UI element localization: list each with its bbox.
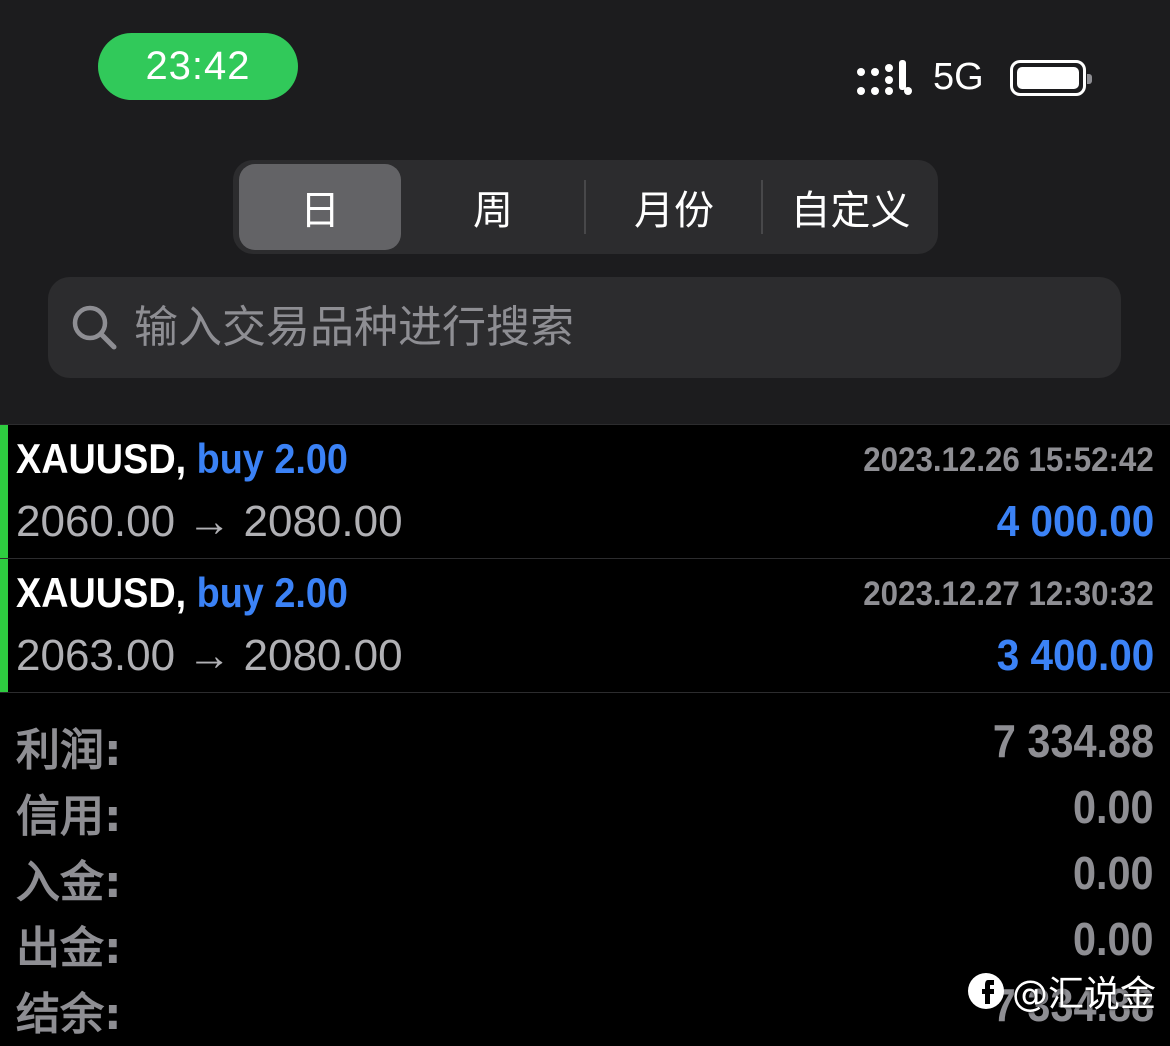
trade-status-bar: [0, 425, 8, 559]
trade-symbol: XAUUSD,: [16, 569, 187, 616]
status-time: 23:42: [98, 33, 298, 100]
trade-profit: 3 400.00: [996, 631, 1154, 680]
search-input[interactable]: [134, 289, 1094, 365]
trade-time: 2023.12.26 15:52:42: [863, 441, 1154, 479]
search-bar[interactable]: [48, 277, 1121, 378]
summary-label: 利润:: [16, 725, 122, 776]
trade-row[interactable]: XAUUSD, buy 2.00 2023.12.27 12:30:32 206…: [0, 558, 1170, 693]
summary-credit: 信用: 0.00: [0, 780, 1170, 844]
watermark-logo-icon: [968, 973, 1004, 1009]
header-area: 23:42 5G 日 周 月份 自定义: [0, 0, 1170, 424]
summary-value: 0.00: [1073, 847, 1154, 899]
trade-time: 2023.12.27 12:30:32: [863, 575, 1154, 613]
summary-label: 结余:: [16, 989, 122, 1040]
trade-prices: 2060.00 → 2080.00: [16, 497, 403, 546]
summary-value: 0.00: [1073, 781, 1154, 833]
tab-day[interactable]: 日: [239, 164, 401, 250]
trade-profit: 4 000.00: [996, 497, 1154, 546]
battery-icon: [1010, 60, 1092, 96]
trade-row[interactable]: XAUUSD, buy 2.00 2023.12.26 15:52:42 206…: [0, 424, 1170, 559]
tab-month[interactable]: 月份: [585, 164, 763, 250]
trade-status-bar: [0, 559, 8, 693]
trade-prices: 2063.00 → 2080.00: [16, 631, 403, 680]
network-type: 5G: [933, 56, 984, 98]
summary-label: 信用:: [16, 791, 122, 842]
summary-value: 7 334.88: [992, 715, 1154, 767]
trade-side-volume: buy 2.00: [196, 435, 348, 482]
summary-label: 出金:: [16, 923, 122, 974]
watermark-text: @汇说金: [1012, 974, 1157, 1015]
signal-icon: [857, 60, 912, 95]
summary-profit: 利润: 7 334.88: [0, 714, 1170, 778]
trade-title: XAUUSD, buy 2.00: [16, 435, 348, 483]
trade-symbol: XAUUSD,: [16, 435, 187, 482]
summary-value: 0.00: [1073, 913, 1154, 965]
summary-label: 入金:: [16, 857, 122, 908]
summary-deposit: 入金: 0.00: [0, 846, 1170, 910]
search-icon: [72, 305, 117, 350]
divider: [0, 692, 1170, 693]
tab-custom[interactable]: 自定义: [763, 164, 938, 250]
tab-week[interactable]: 周: [403, 164, 583, 250]
watermark: @汇说金: [966, 965, 1156, 1017]
period-segmented-control: 日 周 月份 自定义: [233, 160, 938, 254]
trade-title: XAUUSD, buy 2.00: [16, 569, 348, 617]
trade-side-volume: buy 2.00: [196, 569, 348, 616]
